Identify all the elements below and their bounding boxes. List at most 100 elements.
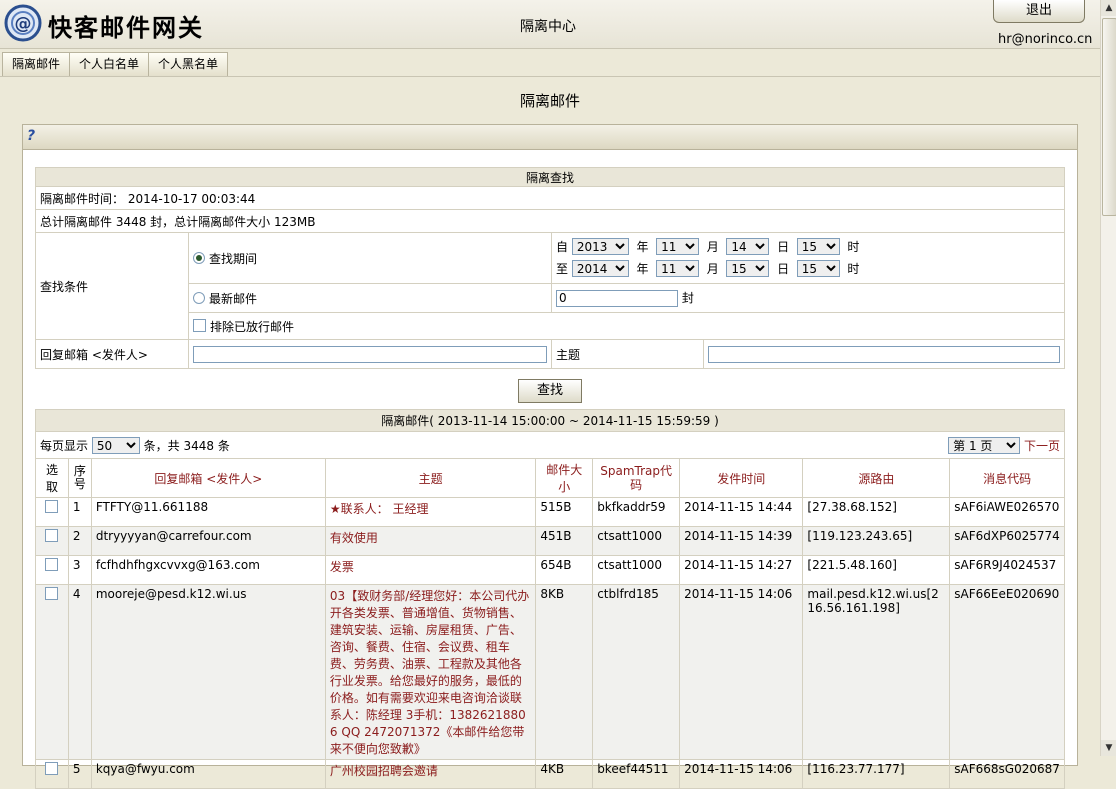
brand-name: 快客邮件网关 — [48, 14, 204, 42]
svg-text:@: @ — [15, 14, 32, 34]
cell-time: 2014-11-15 14:27 — [679, 555, 804, 585]
cell-seq: 1 — [67, 497, 92, 527]
to-day-select[interactable]: 15 — [726, 260, 770, 277]
cell-subject[interactable]: 有效使用 — [324, 526, 537, 556]
table-row[interactable]: 3 fcfhdhfhgxcvvxg@163.com 发票 654B ctsatt1000… — [35, 555, 1065, 585]
cell-sender: FTFTY@11.661188 — [90, 497, 326, 527]
row-checkbox[interactable] — [45, 762, 59, 775]
cell-msgid: sAF6dXP6025774 — [949, 526, 1065, 556]
latest-count-input[interactable] — [555, 289, 678, 307]
cell-spamtrap: ctsatt1000 — [592, 555, 681, 585]
cell-seq: 3 — [67, 555, 92, 585]
sender-input[interactable] — [192, 345, 547, 363]
exclude-checkbox[interactable] — [192, 318, 206, 332]
tab-blacklist[interactable]: 个人黑名单 — [148, 52, 229, 76]
cell-msgid: sAF66EeE020690 — [949, 584, 1065, 760]
table-row[interactable]: 4 mooreje@pesd.k12.wi.us 03【致财务部/经理您好：本公司代… — [35, 584, 1065, 760]
col-spamtrap[interactable]: SpamTrap代码 — [592, 458, 681, 498]
center-title: 隔离中心 — [520, 19, 576, 35]
content-panel: ? 隔离查找 隔离邮件时间： 2014-10-17 00:03:44 总计隔离邮… — [22, 124, 1078, 789]
tab-whitelist[interactable]: 个人白名单 — [69, 52, 150, 76]
latest-count-cell: 封 — [550, 283, 1066, 313]
row-checkbox[interactable] — [45, 500, 59, 513]
cell-time: 2014-11-15 14:39 — [679, 526, 804, 556]
current-user: hr@norinco.cn — [998, 32, 1093, 47]
to-month-select[interactable]: 11 — [656, 260, 700, 277]
cell-time: 2014-11-15 14:44 — [679, 497, 804, 527]
month-unit: 月 — [706, 240, 719, 254]
cell-msgid: sAF668sG020687 — [949, 759, 1065, 789]
table-row[interactable]: 5 kqya@fwyu.com 广州校园招聘会邀请 4KB bkeef44511 2014… — [35, 759, 1065, 789]
cell-sender: dtryyyyan@carrefour.com — [90, 526, 326, 556]
logo-icon: @ — [4, 4, 42, 42]
per-page-select[interactable]: 50 — [91, 436, 140, 454]
header-bar: @ 快客邮件网关 隔离中心 退出 hr@norinco.cn — [0, 0, 1100, 49]
col-sender[interactable]: 回复邮箱 <发件人> — [90, 458, 326, 498]
cell-size: 4KB — [535, 759, 594, 789]
col-msgid[interactable]: 消息代码 — [949, 458, 1065, 498]
page-title: 隔离邮件 — [519, 92, 580, 110]
latest-unit: 封 — [681, 291, 694, 306]
row-checkbox[interactable] — [45, 587, 59, 600]
page-select[interactable]: 第 1 页 — [948, 436, 1021, 454]
col-size[interactable]: 邮件大小 — [535, 458, 594, 498]
row-checkbox[interactable] — [45, 529, 59, 542]
cell-subject[interactable]: 发票 — [324, 555, 537, 585]
row-checkbox[interactable] — [45, 558, 59, 571]
results-rows: 1 FTFTY@11.661188 ★联系人： 王经理 515B bkfkaddr59 2… — [35, 497, 1065, 789]
latest-label: 最新邮件 — [208, 291, 257, 306]
cell-size: 515B — [535, 497, 594, 527]
scroll-up-icon[interactable]: ▲ — [1101, 0, 1116, 16]
to-hour-select[interactable]: 15 — [796, 260, 840, 277]
to-label: 至 — [555, 262, 568, 276]
to-year-select[interactable]: 2014 — [571, 260, 629, 277]
col-seq: 序号 — [67, 458, 92, 498]
cell-subject[interactable]: 03【致财务部/经理您好：本公司代办开各类发票、普通增值、货物销售、建筑安装、运… — [324, 584, 537, 760]
cell-subject[interactable]: ★联系人： 王经理 — [324, 497, 537, 527]
row-select-cell — [35, 584, 69, 760]
month-unit: 月 — [706, 262, 719, 276]
tabs-divider — [0, 76, 1100, 77]
hour-unit: 时 — [847, 240, 860, 254]
tab-quarantine[interactable]: 隔离邮件 — [2, 52, 71, 76]
cell-seq: 2 — [67, 526, 92, 556]
logout-button[interactable]: 退出 — [993, 0, 1085, 23]
col-select: 选取 — [35, 458, 69, 498]
cell-spamtrap: bkfkaddr59 — [592, 497, 681, 527]
col-subject[interactable]: 主题 — [324, 458, 537, 498]
cell-size: 451B — [535, 526, 594, 556]
from-hour-select[interactable]: 15 — [796, 238, 840, 255]
hour-unit: 时 — [847, 262, 860, 276]
cell-msgid: sAF6iAWE026570 — [949, 497, 1065, 527]
period-option[interactable]: 查找期间 — [187, 232, 552, 284]
scroll-down-icon[interactable]: ▼ — [1101, 740, 1116, 756]
page-scrollbar[interactable]: ▲ ▼ — [1100, 0, 1116, 756]
scroll-thumb[interactable] — [1102, 18, 1116, 216]
sender-label: 回复邮箱 <发件人> — [35, 339, 189, 369]
subject-input[interactable] — [707, 345, 1060, 363]
table-row[interactable]: 1 FTFTY@11.661188 ★联系人： 王经理 515B bkfkaddr59 2… — [35, 497, 1065, 527]
from-month-select[interactable]: 11 — [656, 238, 700, 255]
help-icon[interactable]: ? — [27, 128, 35, 144]
cell-spamtrap: ctblfrd185 — [592, 584, 681, 760]
results-title: 隔离邮件( 2013-11-14 15:00:00 ~ 2014-11-15 1… — [35, 409, 1065, 432]
cell-seq: 4 — [67, 584, 92, 760]
cell-size: 8KB — [535, 584, 594, 760]
row-select-cell — [35, 759, 69, 789]
period-radio[interactable] — [192, 251, 205, 264]
next-page-link[interactable]: 下一页 — [1024, 439, 1060, 453]
col-time[interactable]: 发件时间 — [679, 458, 804, 498]
exclude-option[interactable]: 排除已放行邮件 — [187, 312, 1066, 340]
find-button[interactable]: 查找 — [518, 379, 582, 403]
col-route[interactable]: 源路由 — [802, 458, 951, 498]
from-day-select[interactable]: 14 — [726, 238, 770, 255]
from-year-select[interactable]: 2013 — [571, 238, 629, 255]
latest-option[interactable]: 最新邮件 — [187, 283, 552, 313]
count-text: 条，共 3448 条 — [143, 438, 230, 453]
per-page-label: 每页显示 — [40, 438, 89, 453]
quarantine-time-label: 隔离邮件时间： — [40, 191, 125, 206]
latest-radio[interactable] — [192, 291, 205, 304]
row-select-cell — [35, 555, 69, 585]
cell-subject[interactable]: 广州校园招聘会邀请 — [324, 759, 537, 789]
table-row[interactable]: 2 dtryyyyan@carrefour.com 有效使用 451B ctsatt10… — [35, 526, 1065, 556]
